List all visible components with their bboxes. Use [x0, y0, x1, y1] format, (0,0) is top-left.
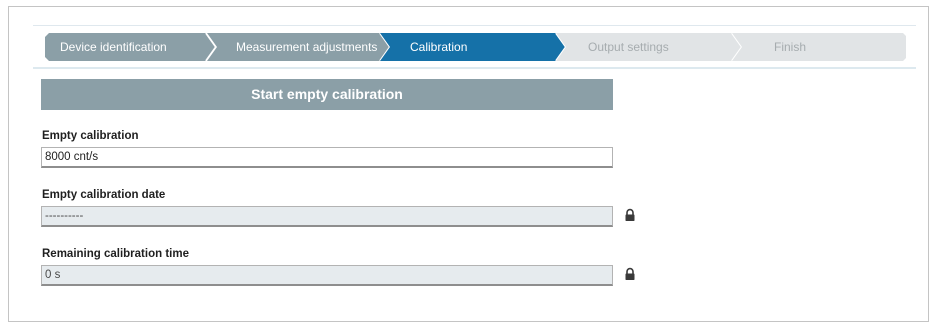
start-empty-calibration-button[interactable]: Start empty calibration — [41, 79, 613, 110]
step-finish[interactable]: Finish — [732, 33, 906, 61]
step-output-settings[interactable]: Output settings — [556, 32, 746, 62]
step-device-identification[interactable]: Device identification — [45, 32, 220, 62]
empty-calibration-label: Empty calibration — [42, 130, 139, 142]
step-measurement-adjustments-label: Measurement adjustments — [236, 40, 378, 54]
step-calibration[interactable]: Calibration — [380, 32, 570, 62]
remaining-calibration-time-label: Remaining calibration time — [42, 248, 189, 260]
lock-icon — [625, 208, 635, 221]
step-device-identification-label: Device identification — [60, 40, 167, 54]
step-finish-label: Finish — [774, 40, 807, 54]
empty-calibration-date-field — [41, 206, 613, 227]
empty-calibration-input[interactable] — [41, 147, 613, 168]
empty-calibration-date-label: Empty calibration date — [42, 189, 166, 201]
step-finish-shape — [732, 33, 906, 61]
remaining-calibration-time-field — [41, 265, 613, 286]
step-measurement-adjustments[interactable]: Measurement adjustments — [207, 32, 395, 62]
step-calibration-label: Calibration — [410, 40, 468, 54]
step-output-settings-label: Output settings — [588, 40, 669, 54]
lock-icon — [625, 267, 635, 280]
wizard-stepper: Device identification Measurement adjust… — [45, 32, 906, 62]
step-calibration-shape — [380, 32, 568, 62]
